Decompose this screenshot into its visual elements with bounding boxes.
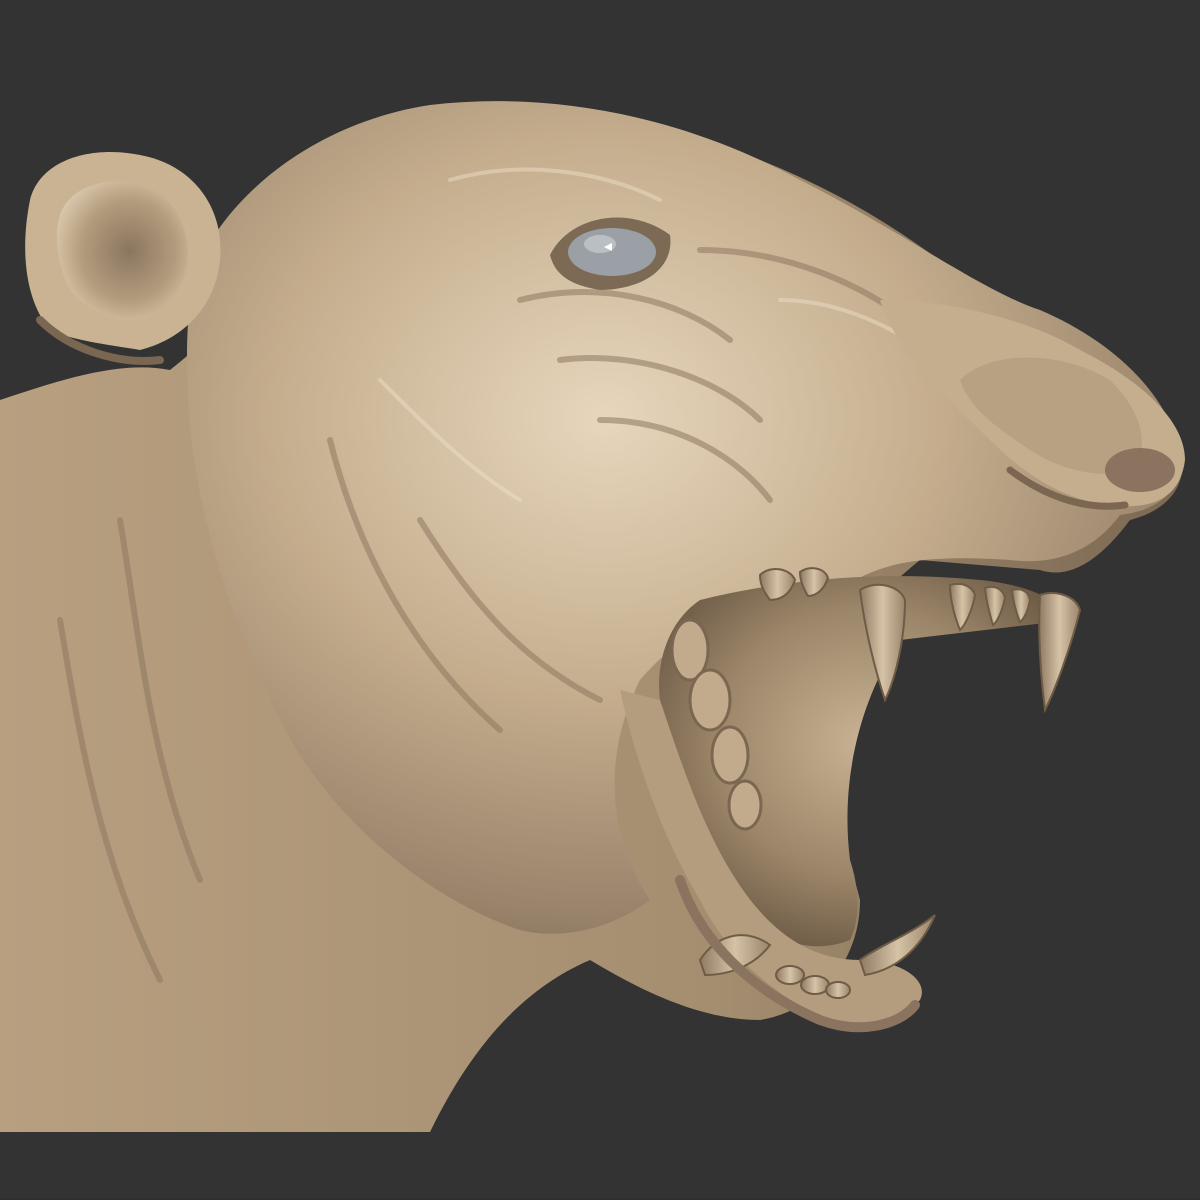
- sculpted-creature-model[interactable]: [0, 0, 1200, 1200]
- 3d-viewport[interactable]: [0, 0, 1200, 1200]
